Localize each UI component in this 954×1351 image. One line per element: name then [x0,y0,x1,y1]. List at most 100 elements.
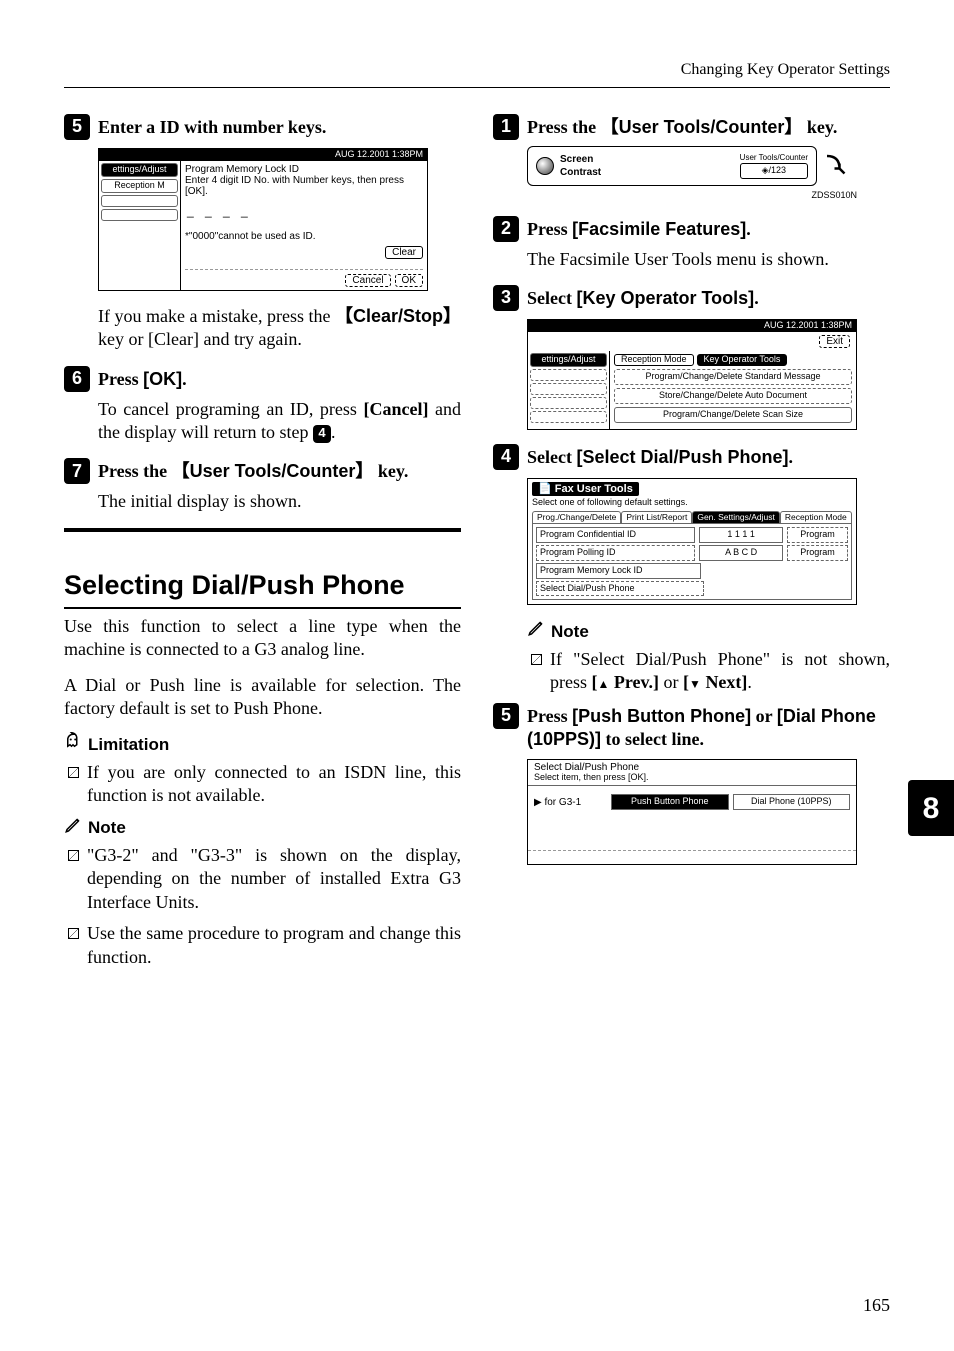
lcd-cell: Select Dial/Push Phone [536,581,704,597]
lcd-title: Program Memory Lock ID [185,164,423,175]
lcd-note: *"0000"cannot be used as ID. [185,231,423,242]
limitation-label: Limitation [88,734,169,756]
lcd-tab-active: Key Operator Tools [697,354,788,366]
ghost-icon [64,732,82,756]
note-label: Note [88,817,126,839]
running-head: Changing Key Operator Settings [64,60,890,81]
lcd-cell: 1 1 1 1 [699,527,783,543]
step-7: 7 Press the 【User Tools/Counter】 key. [64,458,461,484]
up-triangle-icon [598,672,610,692]
step-4-text: Select [Select Dial/Push Phone]. [527,444,793,469]
left-column: 5 Enter a ID with number keys. AUG 12.20… [64,114,461,977]
lcd-cell: A B C D [699,545,783,561]
step-2-text: Press [Facsimile Features]. [527,216,751,241]
step6-followup: To cancel programing an ID, press [Cance… [98,398,461,445]
step-number-icon: 4 [493,444,519,470]
lcd-title: Fax User Tools [555,483,633,495]
step-number-icon: 3 [493,285,519,311]
lcd-tab-active: Gen. Settings/Adjust [692,511,780,523]
lcd-clear-button: Clear [385,246,423,259]
square-bullet-icon [68,928,79,939]
limitation-heading: Limitation [64,732,461,756]
lcd-cell: Program Memory Lock ID [536,563,701,579]
header-rule [64,87,890,88]
lcd-instruction: Enter 4 digit ID No. with Number keys, t… [185,175,423,197]
lcd-screenshot-key-operator: AUG 12.2001 1:38PM Exit ettings/Adjust [527,319,857,430]
step-1-text: Press the 【User Tools/Counter】 key. [527,114,837,139]
lcd-screenshot-select-dial: Select Dial/Push Phone Select item, then… [527,759,857,865]
lcd-tab [530,411,607,423]
step-3: 3 Select [Key Operator Tools]. [493,285,890,311]
lcd-tab: Prog./Change/Delete [532,511,621,523]
lcd-tab-settings: ettings/Adjust [101,163,178,177]
step-5-text: Enter a ID with number keys. [98,114,326,139]
step-6-text: Press [OK]. [98,366,187,391]
lcd-exit-button: Exit [819,335,850,348]
section-title: Selecting Dial/Push Phone [64,544,461,609]
down-triangle-icon [689,672,701,692]
step-1: 1 Press the 【User Tools/Counter】 key. [493,114,890,140]
lcd-tab: ettings/Adjust [530,353,607,367]
step-6: 6 Press [OK]. [64,366,461,392]
limitation-item: If you are only connected to an ISDN lin… [68,761,461,808]
lcd-cell: Program Polling ID [536,545,695,561]
lcd-date: AUG 12.2001 1:38PM [335,150,423,160]
lcd-tab [530,397,607,409]
lcd-tab: Reception Mode [780,511,852,523]
note-label: Note [551,621,589,643]
figure-code: ZDSS010N [527,190,857,202]
lcd-cell: Program Confidential ID [536,527,695,543]
panel-illustration: Screen Contrast User Tools/Counter ◈/123 [527,146,857,186]
lcd-row: Store/Change/Delete Auto Document [614,388,852,404]
step-number-icon: 7 [64,458,90,484]
step-7-text: Press the 【User Tools/Counter】 key. [98,458,408,483]
lcd-arrow-label: ▶ for G3-1 [534,797,607,808]
step-number-icon: 2 [493,216,519,242]
step-4: 4 Select [Select Dial/Push Phone]. [493,444,890,470]
utc-button-icon: ◈/123 [740,163,808,179]
lcd-tab-blank [101,195,178,207]
lcd-tab [530,383,607,395]
note-item: Use the same procedure to program and ch… [68,922,461,969]
section-top-rule [64,528,461,534]
contrast-label: Contrast [560,166,601,179]
step-2: 2 Press [Facsimile Features]. [493,216,890,242]
lcd-tab [530,369,607,381]
note-item: "G3-2" and "G3-3" is shown on the displa… [68,844,461,914]
lcd-subtitle: Select one of following default settings… [528,498,856,511]
lcd-row: Program/Change/Delete Scan Size [614,407,852,423]
step-number-icon: 5 [493,703,519,729]
square-bullet-icon [68,850,79,861]
square-bullet-icon [531,654,542,665]
lcd-cancel-button: Cancel [345,274,390,287]
arrow-icon [817,146,857,186]
step2-followup: The Facsimile User Tools menu is shown. [527,248,890,271]
section-para-2: A Dial or Push line is available for sel… [64,674,461,721]
lcd-subtitle: Select item, then press [OK]. [534,773,850,785]
lcd-screenshot-fax-tools: 📄 Fax User Tools Select one of following… [527,478,857,606]
contrast-knob-icon [536,157,554,175]
lcd-date: AUG 12.2001 1:38PM [764,321,852,331]
pencil-icon [527,619,545,643]
fax-icon: 📄 [538,483,552,495]
chapter-tab: 8 [908,780,954,836]
utc-label: User Tools/Counter [740,153,808,163]
step-number-icon: 1 [493,114,519,140]
lcd-cell: Program [787,527,848,543]
lcd-cell: Program [787,545,848,561]
lcd-tab-reception: Reception M [101,179,178,193]
lcd-push-button: Push Button Phone [611,794,729,810]
step7-followup: The initial display is shown. [98,490,461,513]
lcd-tab: Reception Mode [614,354,694,366]
step-5: 5 Enter a ID with number keys. [64,114,461,140]
right-column: 1 Press the 【User Tools/Counter】 key. Sc… [493,114,890,977]
step-5r: 5 Press [Push Button Phone] or [Dial Pho… [493,703,890,752]
step-3-text: Select [Key Operator Tools]. [527,285,759,310]
screen-label: Screen [560,153,601,166]
step-number-icon: 5 [64,114,90,140]
step-number-icon: 6 [64,366,90,392]
lcd-dial-button: Dial Phone (10PPS) [733,794,851,810]
square-bullet-icon [68,767,79,778]
note-item: If "Select Dial/Push Phone" is not shown… [531,648,890,695]
step5-followup: If you make a mistake, press the 【Clear/… [98,305,461,352]
